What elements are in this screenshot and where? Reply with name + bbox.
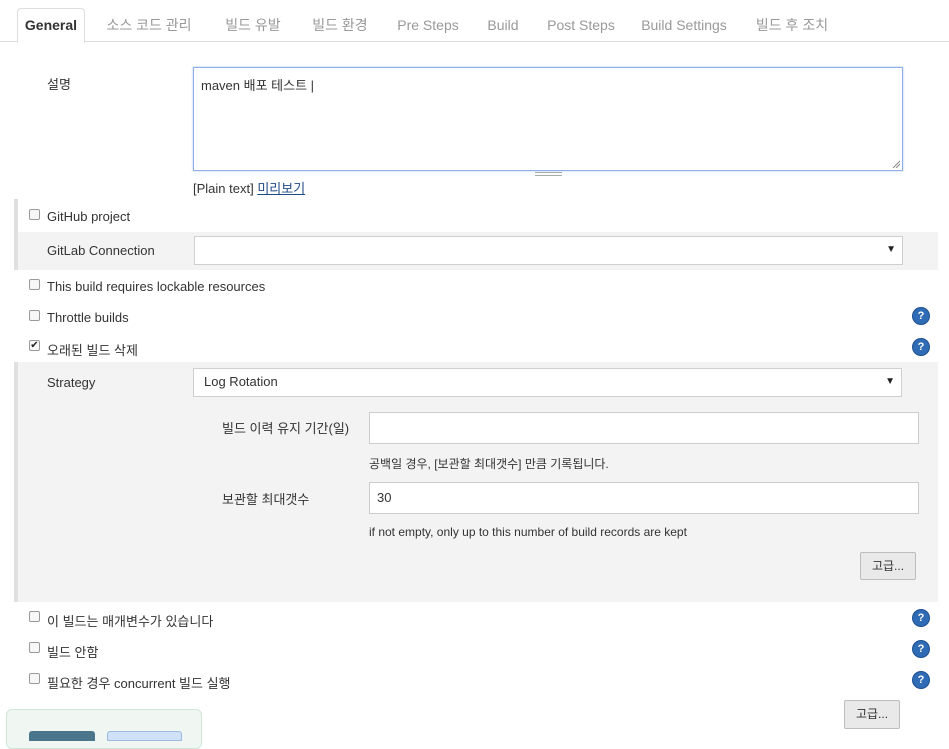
days-to-keep-input[interactable] (369, 412, 919, 444)
github-project-checkbox[interactable] (29, 209, 40, 220)
resize-grip-icon[interactable] (892, 160, 900, 168)
plain-text-label: [Plain text] (193, 181, 254, 196)
description-value: maven 배포 테스트 | (201, 78, 315, 93)
strategy-label: Strategy (47, 375, 96, 390)
chevron-down-icon: ▼ (885, 376, 895, 387)
max-builds-input[interactable]: 30 (369, 482, 919, 514)
chevron-down-icon: ▼ (886, 244, 896, 255)
discard-old-builds-checkbox[interactable]: ✔ (29, 340, 40, 351)
description-label: 설명 (47, 77, 71, 92)
throttle-builds-checkbox[interactable] (29, 310, 40, 321)
disable-build-label: 빌드 안함 (47, 645, 99, 660)
textarea-resize-handle[interactable] (535, 172, 562, 176)
throttle-builds-label: Throttle builds (47, 310, 129, 325)
parameterized-checkbox[interactable] (29, 611, 40, 622)
max-builds-label: 보관할 최대갯수 (222, 492, 310, 507)
concurrent-build-label: 필요한 경우 concurrent 빌드 실행 (47, 676, 231, 691)
concurrent-build-checkbox[interactable] (29, 673, 40, 684)
save-button[interactable] (29, 731, 95, 741)
description-format-line: [Plain text] 미리보기 (193, 178, 305, 197)
tab-general[interactable]: General (17, 8, 85, 43)
tab-scm[interactable]: 소스 코드 관리 (99, 8, 199, 42)
tab-post-build-actions[interactable]: 빌드 후 조치 (747, 8, 837, 42)
more-advanced-button[interactable]: 고급... (844, 700, 900, 729)
github-project-label: GitHub project (47, 209, 131, 224)
tab-build-settings[interactable]: Build Settings (636, 8, 732, 42)
tab-bar: General 소스 코드 관리 빌드 유발 빌드 환경 Pre Steps B… (0, 0, 949, 43)
tab-pre-steps[interactable]: Pre Steps (390, 8, 466, 42)
gitlab-connection-select[interactable]: ▼ (194, 236, 903, 265)
apply-button[interactable] (107, 731, 182, 741)
bottom-button-bar (6, 709, 202, 749)
days-to-keep-label: 빌드 이력 유지 기간(일) (222, 421, 350, 436)
discard-old-builds-label: 오래된 빌드 삭제 (47, 343, 138, 358)
tab-post-steps[interactable]: Post Steps (540, 8, 622, 42)
tab-build[interactable]: Build (480, 8, 526, 42)
strategy-advanced-button[interactable]: 고급... (860, 552, 916, 580)
help-icon[interactable]: ? (913, 339, 929, 355)
tab-build-triggers[interactable]: 빌드 유발 (216, 8, 290, 42)
tab-build-environment[interactable]: 빌드 환경 (304, 8, 376, 42)
strategy-select[interactable]: Log Rotation ▼ (193, 368, 902, 397)
days-to-keep-help-text: 공백일 경우, [보관할 최대갯수] 만큼 기록됩니다. (369, 457, 609, 471)
parameterized-label: 이 빌드는 매개변수가 있습니다 (47, 614, 214, 629)
gitlab-connection-label: GitLab Connection (47, 243, 155, 258)
help-icon[interactable]: ? (913, 641, 929, 657)
help-icon[interactable]: ? (913, 610, 929, 626)
preview-link[interactable]: 미리보기 (257, 181, 305, 196)
max-builds-help-text: if not empty, only up to this number of … (369, 525, 687, 539)
description-textarea[interactable]: maven 배포 테스트 | (193, 67, 903, 171)
lockable-resources-checkbox[interactable] (29, 279, 40, 290)
disable-build-checkbox[interactable] (29, 642, 40, 653)
lockable-resources-label: This build requires lockable resources (47, 279, 266, 294)
strategy-value: Log Rotation (204, 374, 278, 389)
help-icon[interactable]: ? (913, 672, 929, 688)
help-icon[interactable]: ? (913, 308, 929, 324)
